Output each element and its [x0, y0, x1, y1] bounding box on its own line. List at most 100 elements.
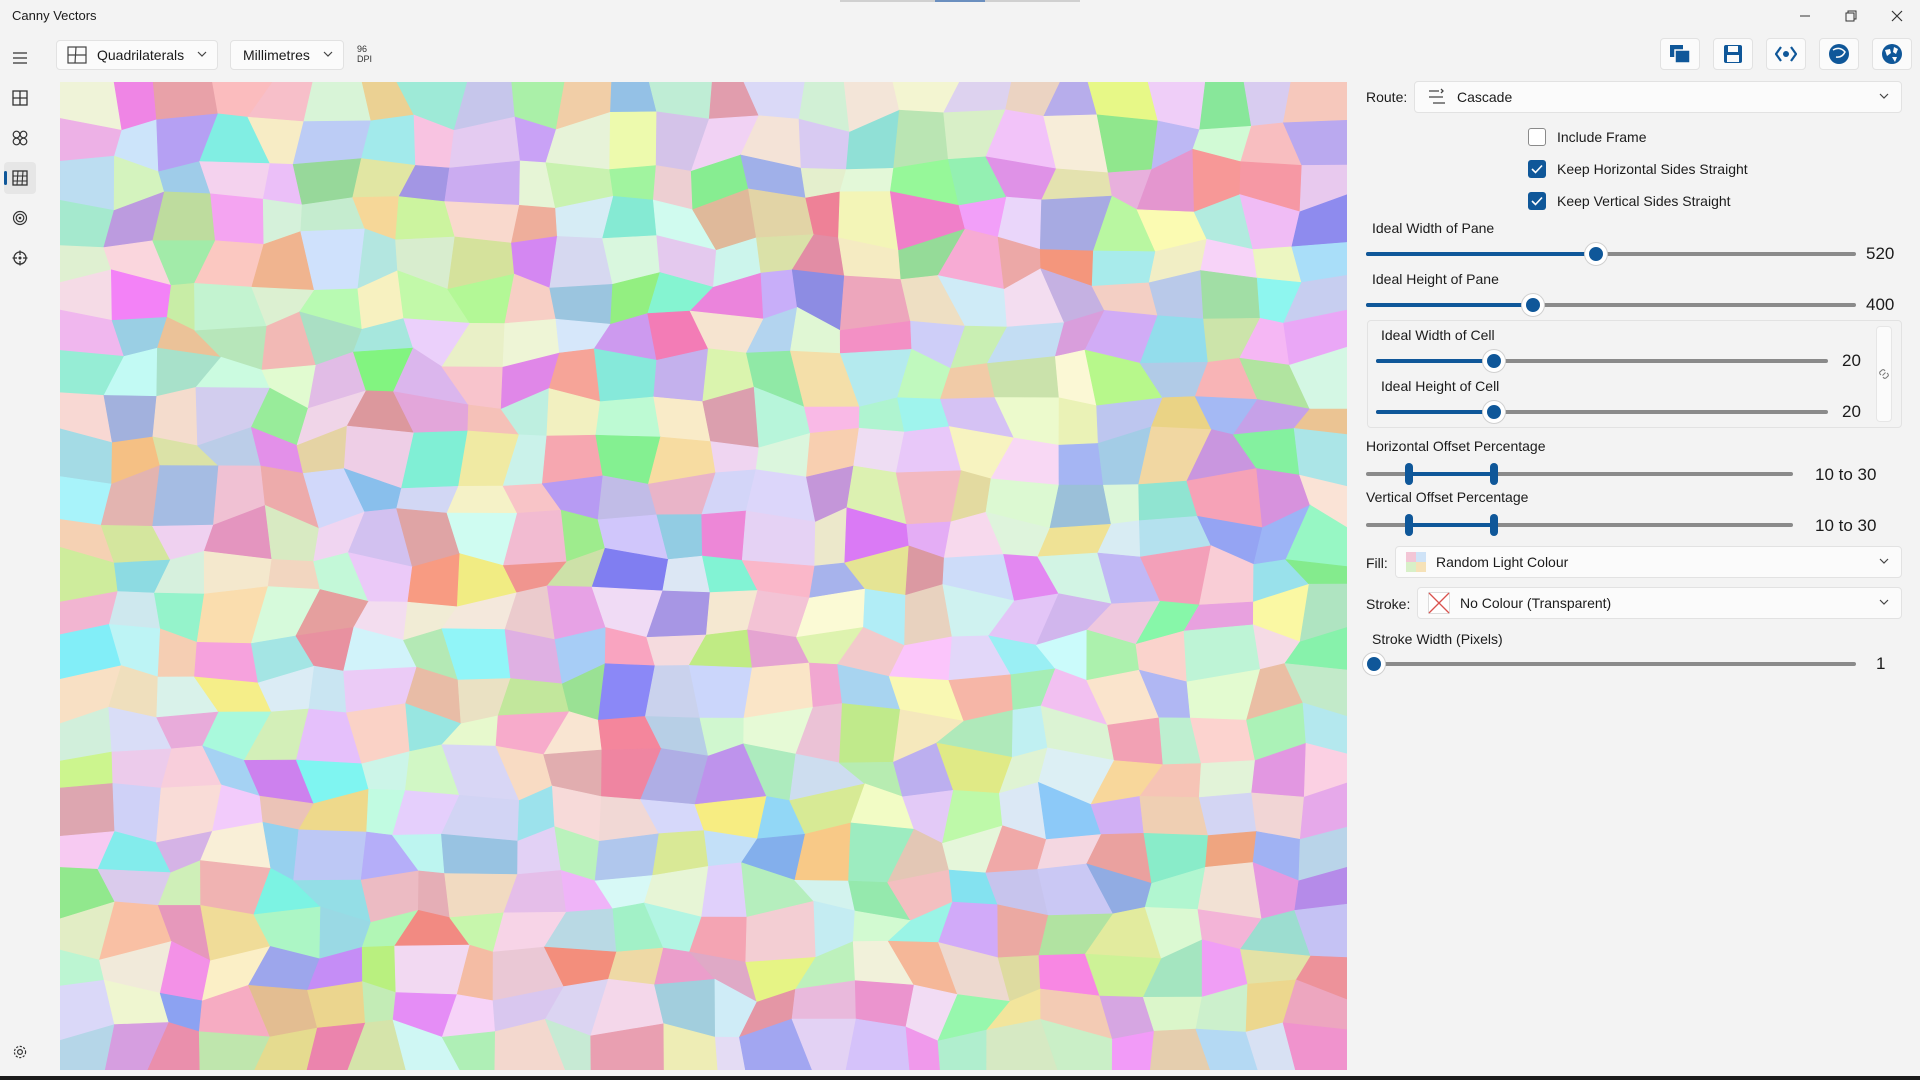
checkbox-checked[interactable] — [1528, 192, 1546, 210]
palette-swatch-icon — [1406, 552, 1426, 572]
mesh-cell — [1058, 397, 1099, 446]
no-colour-icon — [1428, 592, 1450, 614]
globe-button[interactable] — [1872, 38, 1912, 70]
range-thumb-low[interactable] — [1404, 463, 1413, 485]
cell-height-label: Ideal Height of Cell — [1381, 378, 1500, 394]
mesh-cell — [1197, 862, 1263, 920]
mesh-cell — [307, 981, 366, 1029]
mesh-cell — [653, 396, 712, 442]
fill-label: Fill: — [1366, 555, 1388, 571]
mesh-cell — [210, 193, 265, 245]
save-button[interactable] — [1713, 38, 1753, 70]
range-thumb-high[interactable] — [1490, 514, 1499, 536]
mesh-cell — [1091, 250, 1156, 287]
route-select[interactable]: Cascade — [1414, 81, 1902, 113]
left-nav — [0, 32, 40, 1072]
grid-icon — [12, 90, 28, 106]
copy-icon — [1670, 45, 1691, 64]
range-thumb-low[interactable] — [1404, 514, 1413, 536]
mesh-cell — [441, 833, 519, 875]
range-thumb-high[interactable] — [1490, 463, 1499, 485]
mesh-cell — [152, 387, 198, 447]
mesh-cell — [688, 665, 753, 719]
slider-thumb[interactable] — [1521, 294, 1544, 316]
mesh-cell — [839, 703, 901, 764]
mesh-cell — [609, 111, 658, 170]
mesh-cell — [549, 236, 614, 289]
restore-button[interactable] — [1828, 0, 1874, 32]
shape-dropdown-value: Quadrilaterals — [97, 47, 185, 63]
mesh-canvas[interactable] — [60, 82, 1347, 1070]
mesh-cell — [308, 665, 347, 714]
close-button[interactable] — [1874, 0, 1920, 32]
mesh-cell — [293, 829, 367, 881]
check-icon — [1531, 164, 1543, 174]
shape-dropdown[interactable]: Quadrilaterals — [56, 40, 218, 70]
mesh-cell — [394, 944, 471, 995]
v-offset-label: Vertical Offset Percentage — [1366, 489, 1529, 505]
nav-item-grid[interactable] — [4, 82, 36, 114]
include-frame-checkbox[interactable]: Include Frame — [1528, 128, 1646, 146]
keep-vertical-checkbox[interactable]: Keep Vertical Sides Straight — [1528, 192, 1731, 210]
mesh-cell — [701, 862, 748, 918]
slider-fill — [1376, 410, 1494, 414]
slider-thumb[interactable] — [1482, 401, 1505, 423]
slider-track — [1374, 662, 1856, 666]
dpi-label: DPI — [357, 54, 373, 64]
close-icon — [1891, 10, 1903, 22]
mesh-cell — [152, 465, 219, 527]
mesh-cell — [152, 82, 219, 121]
mesh-cell — [1199, 82, 1252, 131]
nav-item-target[interactable] — [4, 202, 36, 234]
keep-horizontal-checkbox[interactable]: Keep Horizontal Sides Straight — [1528, 160, 1748, 178]
copy-button[interactable] — [1660, 38, 1700, 70]
sphere-button[interactable] — [1819, 38, 1859, 70]
title-bar: Canny Vectors — [0, 0, 1920, 32]
mesh-cell — [1190, 717, 1256, 764]
mesh-cell — [194, 641, 259, 684]
quadrilaterals-icon — [67, 46, 87, 64]
menu-button[interactable] — [4, 42, 36, 74]
cell-width-label: Ideal Width of Cell — [1381, 327, 1495, 343]
mesh-cell — [1049, 484, 1112, 529]
slider-thumb[interactable] — [1482, 350, 1505, 372]
globe-icon — [1882, 44, 1902, 64]
checkbox-checked[interactable] — [1528, 160, 1546, 178]
stroke-select[interactable]: No Colour (Transparent) — [1417, 587, 1902, 619]
slider-thumb[interactable] — [1585, 243, 1608, 265]
menu-icon — [13, 52, 27, 64]
pane-height-value: 400 — [1866, 295, 1895, 314]
pane-height-label: Ideal Height of Pane — [1372, 271, 1499, 287]
stroke-label: Stroke: — [1366, 596, 1411, 612]
crosshair-icon — [12, 250, 28, 266]
save-icon — [1724, 45, 1742, 63]
link-dimensions-toggle[interactable] — [1876, 326, 1892, 422]
mesh-cell — [595, 396, 661, 438]
mesh-cell — [549, 283, 614, 325]
circles-icon — [12, 130, 28, 146]
mesh-cell — [701, 510, 747, 561]
settings-button[interactable] — [4, 1036, 36, 1068]
mesh-cell — [1139, 796, 1209, 836]
nav-item-circles[interactable] — [4, 122, 36, 154]
minimize-button[interactable] — [1782, 0, 1828, 32]
slider-fill — [1366, 303, 1533, 307]
fill-select[interactable]: Random Light Colour — [1395, 546, 1902, 578]
keep-horizontal-label: Keep Horizontal Sides Straight — [1557, 161, 1748, 177]
target-icon — [12, 210, 28, 226]
h-offset-value: 10 to 30 — [1815, 465, 1877, 484]
dpi-value: 96 — [357, 44, 368, 54]
code-button[interactable] — [1766, 38, 1806, 70]
nav-item-crosshair[interactable] — [4, 242, 36, 274]
slider-thumb[interactable] — [1363, 653, 1385, 675]
units-dropdown[interactable]: Millimetres — [230, 40, 344, 70]
mesh-cell — [497, 678, 570, 717]
nav-item-quadrilaterals[interactable] — [4, 162, 36, 194]
sphere-icon — [1829, 44, 1849, 64]
checkbox-unchecked[interactable] — [1528, 128, 1546, 146]
stroke-width-value: 1 — [1876, 654, 1886, 673]
mesh-cell — [1282, 82, 1347, 124]
settings-icon — [13, 1045, 27, 1059]
mesh-cell — [292, 120, 372, 165]
mesh-cell — [839, 167, 894, 193]
